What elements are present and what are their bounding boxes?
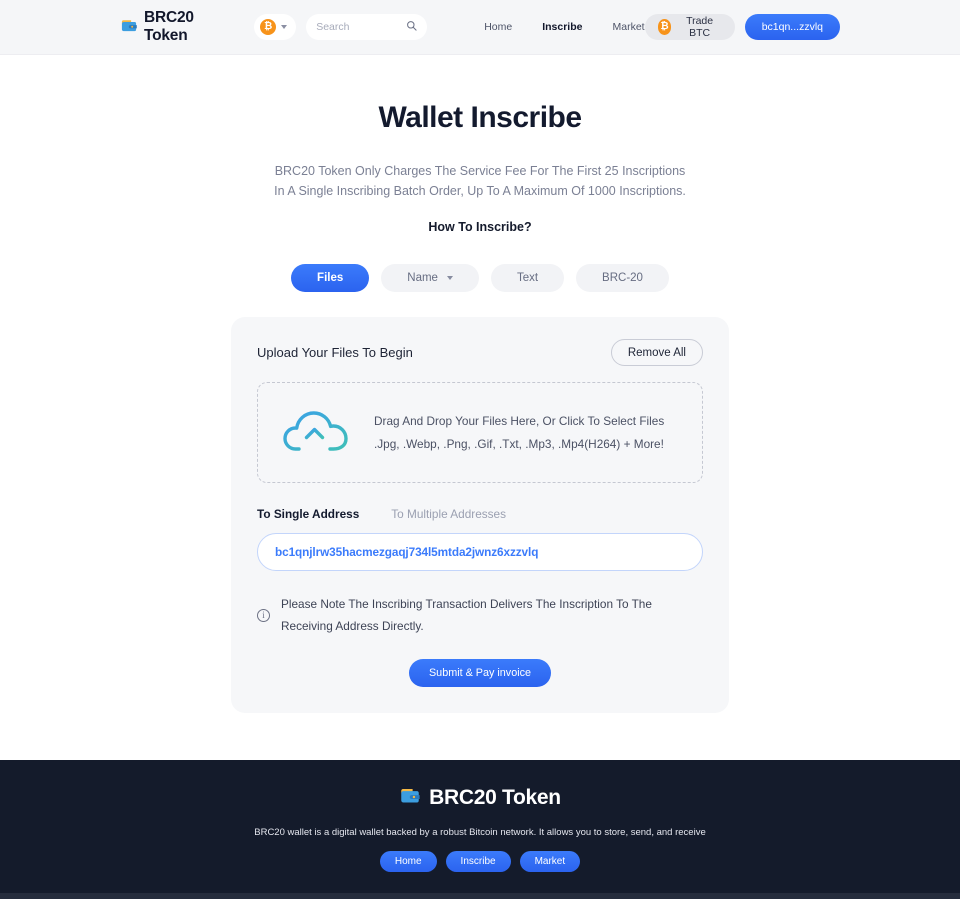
dropzone-formats-text: .Jpg, .Webp, .Png, .Gif, .Txt, .Mp3, .Mp… — [374, 437, 664, 451]
tab-files[interactable]: Files — [291, 264, 370, 292]
brand-logo[interactable]: BRC20 Token — [120, 9, 236, 45]
search-icon[interactable] — [406, 18, 417, 36]
dropzone-primary-text: Drag And Drop Your Files Here, Or Click … — [374, 414, 665, 428]
tab-multiple-addresses[interactable]: To Multiple Addresses — [391, 507, 506, 521]
wallet-address-button[interactable]: bc1qn...zzvlq — [744, 14, 840, 40]
page-title: Wallet Inscribe — [378, 101, 582, 134]
brand-name: BRC20 Token — [144, 9, 194, 44]
main-nav: Home Inscribe Market — [484, 21, 644, 33]
submit-pay-invoice-button[interactable]: Submit & Pay invoice — [408, 659, 552, 687]
tab-single-address[interactable]: To Single Address — [257, 507, 359, 521]
upload-card-header: Upload Your Files To Begin Remove All — [257, 339, 703, 366]
footer-brand-name: BRC20 Token — [429, 785, 561, 809]
trade-btc-label: Trade BTC — [686, 15, 714, 39]
how-to-inscribe-label: How To Inscribe? — [428, 220, 532, 234]
file-dropzone[interactable]: Drag And Drop Your Files Here, Or Click … — [257, 382, 703, 483]
tab-text[interactable]: Text — [490, 264, 565, 292]
submit-row: Submit & Pay invoice — [257, 659, 703, 687]
dropzone-texts: Drag And Drop Your Files Here, Or Click … — [374, 414, 664, 451]
main-content: Wallet Inscribe BRC20 Token Only Charges… — [0, 55, 960, 713]
upload-card-title: Upload Your Files To Begin — [257, 345, 413, 360]
nav-link-market[interactable]: Market — [612, 21, 644, 33]
tab-brc20-label: BRC-20 — [602, 272, 643, 284]
nav-link-home[interactable]: Home — [484, 21, 512, 33]
receiving-address-input[interactable] — [275, 545, 685, 559]
cloud-upload-icon — [280, 402, 352, 463]
inscribe-type-tabs: Files Name Text BRC-20 — [0, 264, 960, 292]
inscribe-note-text: Please Note The Inscribing Transaction D… — [281, 597, 652, 633]
tab-files-label: Files — [317, 272, 344, 284]
tab-text-label: Text — [516, 272, 539, 284]
address-mode-tabs: To Single Address To Multiple Addresses — [257, 507, 703, 521]
footer-link-home[interactable]: Home — [379, 851, 437, 872]
search-input[interactable] — [316, 21, 407, 33]
remove-all-button[interactable]: Remove All — [610, 339, 703, 366]
site-header: BRC20 Token ₿ Home Inscribe Market ₿ Tra… — [0, 0, 960, 55]
bitcoin-coin-icon: ₿ — [260, 19, 277, 35]
tab-brc20[interactable]: BRC-20 — [576, 264, 669, 292]
trade-btc-button[interactable]: ₿ Trade BTC — [644, 14, 735, 40]
header-inner: BRC20 Token ₿ Home Inscribe Market ₿ Tra… — [0, 9, 960, 45]
footer-link-market[interactable]: Market — [519, 851, 581, 872]
receiving-address-field[interactable] — [257, 533, 703, 571]
info-icon: i — [257, 608, 270, 622]
site-footer: BRC20 Token BRC20 wallet is a digital wa… — [0, 760, 960, 893]
footer-description: BRC20 wallet is a digital wallet backed … — [254, 827, 706, 838]
footer-brand[interactable]: BRC20 Token — [0, 785, 960, 810]
upload-card: Upload Your Files To Begin Remove All Dr… — [231, 317, 729, 713]
search-box[interactable] — [306, 14, 428, 40]
nav-link-inscribe[interactable]: Inscribe — [542, 21, 582, 33]
tab-name-label: Name — [407, 272, 438, 284]
inscribe-note: i Please Note The Inscribing Transaction… — [257, 593, 703, 637]
chevron-down-icon — [281, 25, 288, 29]
chevron-down-icon — [446, 276, 453, 280]
tab-name[interactable]: Name — [381, 264, 479, 292]
chain-selector[interactable]: ₿ — [254, 14, 297, 40]
header-actions: ₿ Trade BTC bc1qn...zzvlq — [644, 14, 840, 40]
footer-bottom-bar: Blog Privacy Policy Trading Policy T&C — [0, 893, 960, 899]
subtitle-line-1: BRC20 Token Only Charges The Service Fee… — [274, 164, 686, 178]
wallet-icon — [399, 785, 421, 810]
footer-link-inscribe[interactable]: Inscribe — [445, 851, 511, 872]
bitcoin-coin-icon: ₿ — [657, 19, 672, 35]
subtitle-line-2: In A Single Inscribing Batch Order, Up T… — [274, 184, 686, 198]
wallet-icon — [120, 17, 138, 37]
footer-nav: Home Inscribe Market — [0, 851, 960, 872]
page-subtitle: BRC20 Token Only Charges The Service Fee… — [0, 161, 960, 201]
